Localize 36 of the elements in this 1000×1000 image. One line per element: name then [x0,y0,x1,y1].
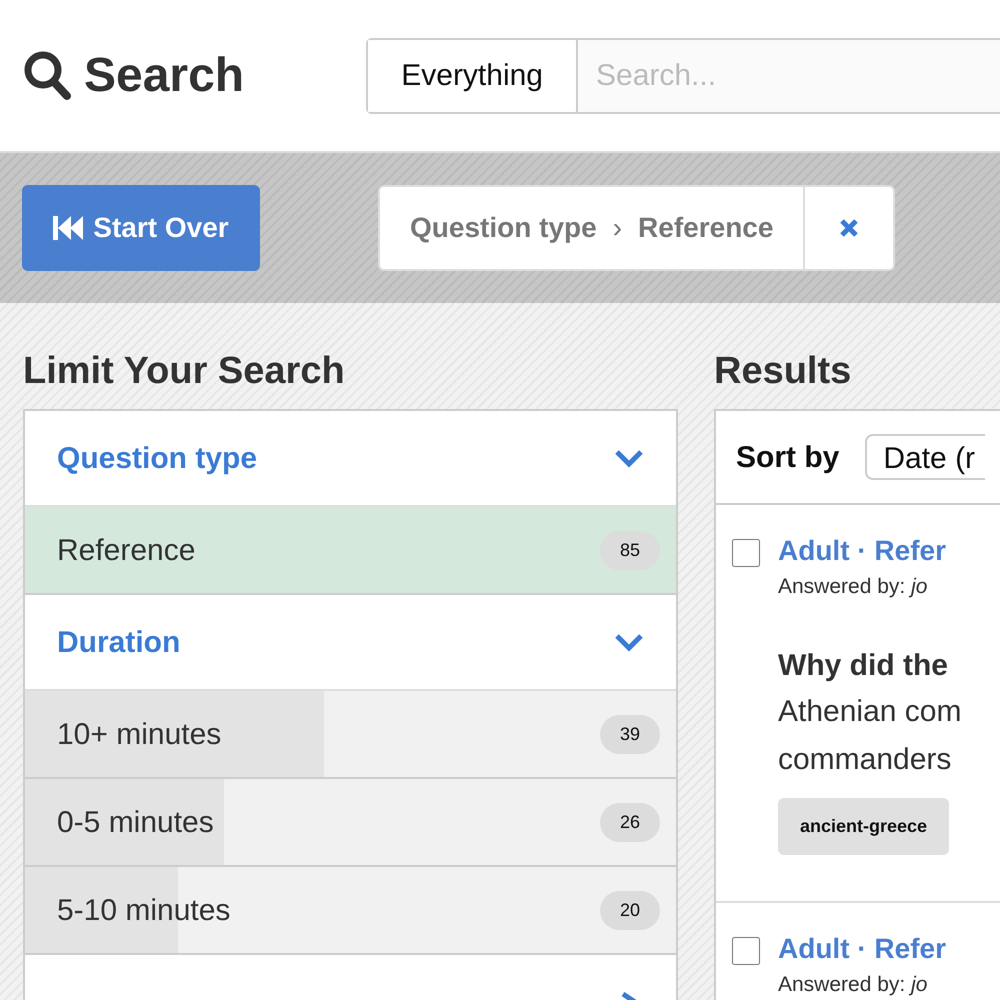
result-title[interactable]: Adult · Refer [778,533,962,569]
page-title: Search [84,48,244,104]
result-title[interactable]: Adult · Refer [778,930,946,966]
count-badge: 26 [600,802,660,842]
start-over-button[interactable]: Start Over [22,185,260,271]
facet-label: Reference [57,532,196,568]
facet-item[interactable]: Reference 85 [25,507,676,595]
facet-item[interactable]: 0-5 minutes 26 [25,779,676,867]
facet-label: 0-5 minutes [57,804,214,840]
result-checkbox[interactable] [732,936,760,964]
question-title: Why did the [778,648,949,684]
breadcrumb-value: Reference [638,211,774,245]
results-heading: Results [714,349,852,394]
sort-dropdown[interactable]: Date (r [865,434,986,480]
facet-label: 5-10 minutes [57,892,230,928]
facet-item[interactable]: 5-10 minutes 20 [25,867,676,955]
chevron-down-icon [614,448,644,468]
breadcrumb-separator: › [612,211,622,245]
answered-by: Answered by: jo [778,574,928,600]
count-badge: 20 [600,890,660,930]
answered-by: Answered by: jo [778,972,928,998]
answer-text: commanders [778,742,952,778]
breadcrumb-facet: Question type [410,211,597,245]
sidebar-heading: Limit Your Search [23,349,346,394]
result-checkbox[interactable] [732,539,760,567]
sort-label: Sort by [736,440,840,476]
chevron-down-icon [614,632,644,652]
search-icon [24,50,72,100]
tag[interactable]: ancient-greece [778,798,950,854]
skip-back-icon [53,216,86,240]
answer-text: Athenian com [778,694,962,730]
facet-label: 10+ minutes [57,716,222,752]
count-badge: 39 [600,714,660,754]
count-badge: 85 [600,530,660,570]
facet-item[interactable]: 10+ minutes 39 [25,691,676,779]
close-icon [839,218,860,238]
